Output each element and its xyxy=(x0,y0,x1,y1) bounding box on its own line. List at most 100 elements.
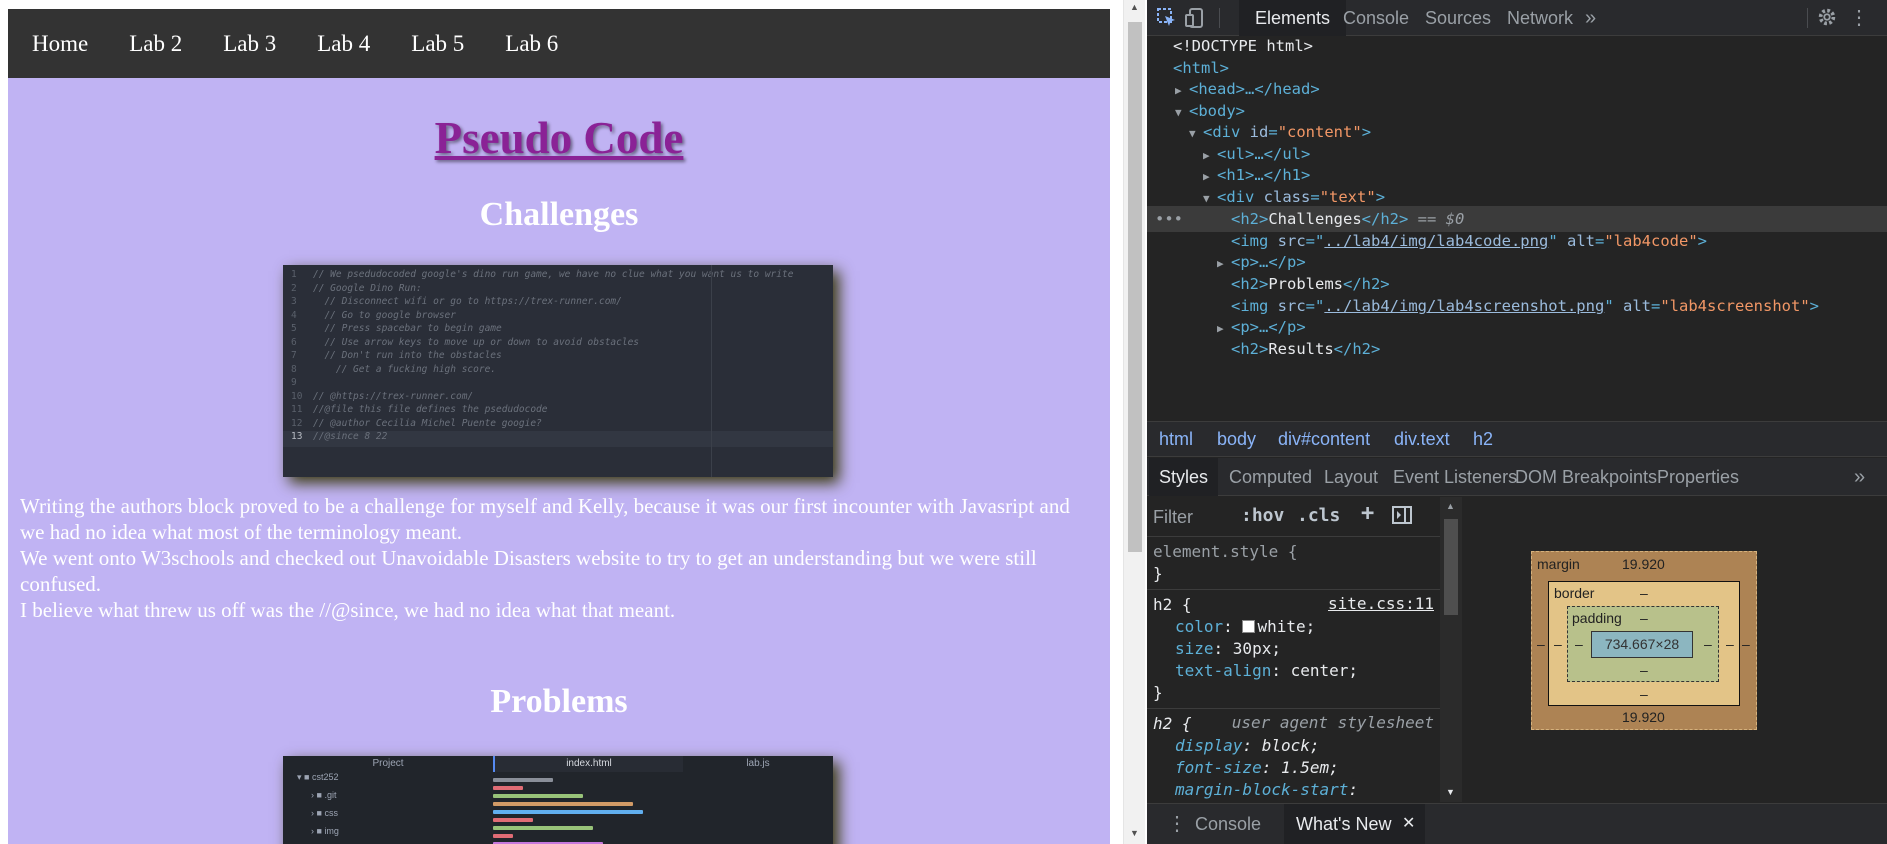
tab-lab-js: lab.js xyxy=(683,756,833,772)
nav-home[interactable]: Home xyxy=(32,31,88,57)
line-number: 10 xyxy=(291,390,303,402)
hover-state-button[interactable]: :hov xyxy=(1241,505,1284,526)
code-text: // We psedudocoded google's dino run gam… xyxy=(313,269,794,280)
line-number: 7 xyxy=(291,350,297,361)
scroll-up-arrow[interactable]: ▲ xyxy=(1130,2,1139,12)
challenge-paragraph: Writing the authors block proved to be a… xyxy=(8,477,1110,623)
close-icon[interactable]: ✕ xyxy=(1402,804,1415,844)
tab-dom-breakpoints[interactable]: DOM Breakpoints xyxy=(1505,458,1667,496)
breadcrumb: html body div#content div.text h2 xyxy=(1147,421,1887,457)
margin-left-value: – xyxy=(1537,636,1545,652)
drawer-tab-console[interactable]: Console xyxy=(1183,804,1273,844)
rule-close: } xyxy=(1153,564,1163,583)
border-right-value: – xyxy=(1726,636,1734,652)
dom-node-img-screenshot[interactable]: <img src="../lab4/img/lab4screenshot.png… xyxy=(1231,293,1819,319)
tab-index: index.html xyxy=(493,756,683,772)
settings-gear-icon[interactable] xyxy=(1815,6,1839,30)
line-number: 6 xyxy=(291,336,297,348)
declaration-size[interactable]: size: 30px; xyxy=(1153,638,1434,660)
scroll-thumb[interactable] xyxy=(1128,22,1142,552)
styles-scrollbar[interactable]: ▲ ▼ xyxy=(1440,497,1462,802)
code-text: //@file this file defines the psedudocod… xyxy=(313,404,548,415)
selector: element.style { xyxy=(1153,542,1298,561)
color-swatch-icon[interactable] xyxy=(1242,620,1256,633)
tab-layout[interactable]: Layout xyxy=(1314,458,1388,496)
scroll-down-arrow[interactable]: ▼ xyxy=(1130,828,1139,838)
more-dots-icon[interactable]: ••• xyxy=(1155,206,1183,232)
breadcrumb-div-content[interactable]: div#content xyxy=(1278,422,1370,456)
paragraph-line: I believe what threw us off was the //@s… xyxy=(20,598,676,622)
browser-viewport: Home Lab 2 Lab 3 Lab 4 Lab 5 Lab 6 Pseud… xyxy=(0,0,1123,844)
paragraph-line: We went onto W3schools and checked out U… xyxy=(20,546,1037,596)
line-number: 2 xyxy=(291,282,297,294)
nav-lab-5[interactable]: Lab 5 xyxy=(411,31,464,57)
padding-label: padding xyxy=(1572,610,1622,626)
kebab-menu-icon[interactable]: ⋮ xyxy=(1847,6,1871,30)
editor-screenshot: Project index.html lab.js ▾ ■ cst252 › ■… xyxy=(283,756,833,844)
paragraph-line: Writing the authors block proved to be a… xyxy=(20,494,1070,544)
declaration-text-align[interactable]: text-align: center; xyxy=(1153,660,1434,682)
scroll-up-arrow[interactable]: ▲ xyxy=(1446,501,1455,511)
declaration-display: display: block; xyxy=(1175,736,1320,755)
toggle-sidebar-icon[interactable] xyxy=(1392,506,1412,529)
styles-filter-input[interactable] xyxy=(1153,503,1233,531)
padding-left-value: – xyxy=(1575,636,1583,652)
more-tabs-chevron-icon[interactable]: » xyxy=(1569,0,1612,36)
page-scrollbar[interactable]: ▲ ▼ xyxy=(1123,0,1145,844)
code-text: // @author Cecilia Michel Puente googie? xyxy=(313,417,542,429)
line-number: 12 xyxy=(291,417,303,429)
tab-project: Project xyxy=(283,756,493,772)
devtools-panel: Elements Console Sources Network » ⋮ <!D… xyxy=(1147,0,1887,844)
declaration-color[interactable]: color: white; xyxy=(1153,616,1434,638)
code-line-placeholder xyxy=(493,834,513,838)
code-text: // Press spacebar to begin game xyxy=(313,323,502,334)
tree-item: ▾ ■ cst252 xyxy=(297,772,339,782)
code-text: //@since 8 22 xyxy=(313,431,388,442)
code-line-placeholder xyxy=(493,786,523,790)
breadcrumb-html[interactable]: html xyxy=(1159,422,1193,456)
nav-lab-4[interactable]: Lab 4 xyxy=(317,31,370,57)
dom-node-h2-results[interactable]: <h2>Results</h2> xyxy=(1231,336,1380,362)
devtools-toolbar: Elements Console Sources Network » ⋮ xyxy=(1147,0,1887,36)
tree-item: › ■ .git xyxy=(311,790,337,800)
tab-computed[interactable]: Computed xyxy=(1219,458,1322,496)
nav-lab-3[interactable]: Lab 3 xyxy=(223,31,276,57)
user-agent-label: user agent stylesheet xyxy=(1231,713,1434,732)
margin-top-value: 19.920 xyxy=(1622,556,1665,572)
nav-lab-2[interactable]: Lab 2 xyxy=(129,31,182,57)
line-number: 11 xyxy=(291,404,303,415)
styles-filter-bar: :hov .cls + xyxy=(1147,497,1440,537)
tab-styles[interactable]: Styles xyxy=(1149,458,1219,496)
nav-lab-6[interactable]: Lab 6 xyxy=(505,31,558,57)
page-content: Home Lab 2 Lab 3 Lab 4 Lab 5 Lab 6 Pseud… xyxy=(8,9,1110,844)
source-link[interactable]: site.css:11 xyxy=(1328,594,1434,613)
device-toolbar-icon[interactable] xyxy=(1183,6,1207,30)
declaration-font-size: font-size: 1.5em; xyxy=(1175,758,1339,777)
code-line-placeholder xyxy=(493,818,533,822)
tab-properties[interactable]: Properties xyxy=(1647,458,1749,496)
top-nav: Home Lab 2 Lab 3 Lab 4 Lab 5 Lab 6 xyxy=(8,9,1110,78)
more-subtabs-chevron-icon[interactable]: » xyxy=(1844,458,1875,496)
box-model-content[interactable]: 734.667×28 xyxy=(1591,631,1693,658)
inspect-element-icon[interactable] xyxy=(1155,6,1179,30)
scroll-thumb[interactable] xyxy=(1444,519,1458,615)
padding-bottom-value: – xyxy=(1640,662,1648,678)
new-rule-plus-icon[interactable]: + xyxy=(1361,501,1374,526)
heading-challenges: Challenges xyxy=(479,196,639,233)
breadcrumb-h2[interactable]: h2 xyxy=(1473,422,1493,456)
code-line-placeholder xyxy=(493,826,593,830)
declaration-margin-block-start: margin-block-start: xyxy=(1175,780,1359,799)
line-number: 3 xyxy=(291,296,297,307)
code-text: // Use arrow keys to move up or down to … xyxy=(313,336,640,348)
styles-subtabs: Styles Computed Layout Event Listeners D… xyxy=(1147,458,1887,496)
styles-pane: :hov .cls + element.style { } site.css:1… xyxy=(1147,497,1440,802)
rule-element-style: element.style { } xyxy=(1147,537,1440,590)
class-toggle-button[interactable]: .cls xyxy=(1297,505,1340,526)
code-line-placeholder xyxy=(493,810,643,814)
scroll-down-arrow[interactable]: ▼ xyxy=(1446,787,1455,797)
code-text: // @https://trex-runner.com/ xyxy=(313,390,474,402)
breadcrumb-body[interactable]: body xyxy=(1217,422,1256,456)
breadcrumb-div-text[interactable]: div.text xyxy=(1394,422,1450,456)
code-text: // Get a fucking high score. xyxy=(313,363,497,375)
code-text: // Google Dino Run: xyxy=(313,282,422,294)
